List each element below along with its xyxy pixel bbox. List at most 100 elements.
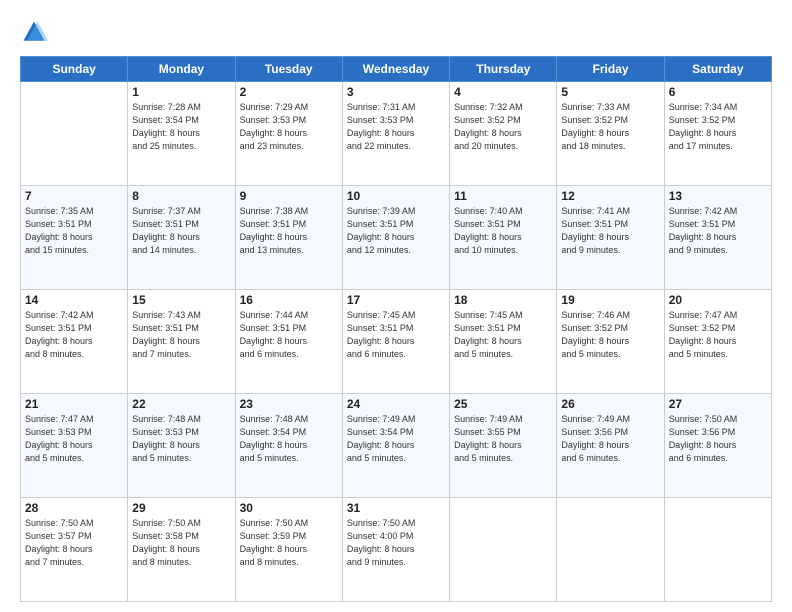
- calendar-cell: 5 Sunrise: 7:33 AM Sunset: 3:52 PM Daylig…: [557, 82, 664, 186]
- day-header-wednesday: Wednesday: [342, 57, 449, 82]
- day-info: Sunrise: 7:49 AM Sunset: 3:54 PM Dayligh…: [347, 413, 445, 465]
- day-number: 15: [132, 293, 230, 307]
- day-number: 22: [132, 397, 230, 411]
- day-number: 26: [561, 397, 659, 411]
- day-number: 13: [669, 189, 767, 203]
- calendar-cell: 22 Sunrise: 7:48 AM Sunset: 3:53 PM Dayli…: [128, 394, 235, 498]
- day-info: Sunrise: 7:46 AM Sunset: 3:52 PM Dayligh…: [561, 309, 659, 361]
- day-number: 14: [25, 293, 123, 307]
- calendar-week-4: 28 Sunrise: 7:50 AM Sunset: 3:57 PM Dayli…: [21, 498, 772, 602]
- calendar-cell: 28 Sunrise: 7:50 AM Sunset: 3:57 PM Dayli…: [21, 498, 128, 602]
- logo-icon: [20, 18, 48, 46]
- day-info: Sunrise: 7:43 AM Sunset: 3:51 PM Dayligh…: [132, 309, 230, 361]
- day-info: Sunrise: 7:50 AM Sunset: 4:00 PM Dayligh…: [347, 517, 445, 569]
- day-number: 12: [561, 189, 659, 203]
- calendar-cell: 21 Sunrise: 7:47 AM Sunset: 3:53 PM Dayli…: [21, 394, 128, 498]
- day-info: Sunrise: 7:49 AM Sunset: 3:56 PM Dayligh…: [561, 413, 659, 465]
- calendar-week-1: 7Sunrise: 7:35 AM Sunset: 3:51 PM Daylig…: [21, 186, 772, 290]
- calendar-cell: 25 Sunrise: 7:49 AM Sunset: 3:55 PM Dayli…: [450, 394, 557, 498]
- day-number: 20: [669, 293, 767, 307]
- day-number: 25: [454, 397, 552, 411]
- day-info: Sunrise: 7:48 AM Sunset: 3:54 PM Dayligh…: [240, 413, 338, 465]
- day-info: Sunrise: 7:28 AM Sunset: 3:54 PM Dayligh…: [132, 101, 230, 153]
- day-number: 7: [25, 189, 123, 203]
- day-number: 9: [240, 189, 338, 203]
- day-info: Sunrise: 7:40 AM Sunset: 3:51 PM Dayligh…: [454, 205, 552, 257]
- day-info: Sunrise: 7:48 AM Sunset: 3:53 PM Dayligh…: [132, 413, 230, 465]
- day-number: 23: [240, 397, 338, 411]
- calendar-table: SundayMondayTuesdayWednesdayThursdayFrid…: [20, 56, 772, 602]
- day-number: 8: [132, 189, 230, 203]
- calendar-cell: 9 Sunrise: 7:38 AM Sunset: 3:51 PM Daylig…: [235, 186, 342, 290]
- calendar-cell: 10 Sunrise: 7:39 AM Sunset: 3:51 PM Dayli…: [342, 186, 449, 290]
- day-number: 19: [561, 293, 659, 307]
- day-header-monday: Monday: [128, 57, 235, 82]
- header: [20, 18, 772, 46]
- day-number: 17: [347, 293, 445, 307]
- day-info: Sunrise: 7:50 AM Sunset: 3:58 PM Dayligh…: [132, 517, 230, 569]
- day-info: Sunrise: 7:50 AM Sunset: 3:59 PM Dayligh…: [240, 517, 338, 569]
- day-number: 18: [454, 293, 552, 307]
- calendar-cell: 1Sunrise: 7:28 AM Sunset: 3:54 PM Daylig…: [128, 82, 235, 186]
- calendar-cell: 26 Sunrise: 7:49 AM Sunset: 3:56 PM Dayli…: [557, 394, 664, 498]
- day-info: Sunrise: 7:47 AM Sunset: 3:53 PM Dayligh…: [25, 413, 123, 465]
- day-info: Sunrise: 7:34 AM Sunset: 3:52 PM Dayligh…: [669, 101, 767, 153]
- calendar-week-0: 1Sunrise: 7:28 AM Sunset: 3:54 PM Daylig…: [21, 82, 772, 186]
- day-info: Sunrise: 7:31 AM Sunset: 3:53 PM Dayligh…: [347, 101, 445, 153]
- calendar-cell: 31 Sunrise: 7:50 AM Sunset: 4:00 PM Dayli…: [342, 498, 449, 602]
- day-info: Sunrise: 7:38 AM Sunset: 3:51 PM Dayligh…: [240, 205, 338, 257]
- calendar-cell: 6Sunrise: 7:34 AM Sunset: 3:52 PM Daylig…: [664, 82, 771, 186]
- day-number: 31: [347, 501, 445, 515]
- day-header-friday: Friday: [557, 57, 664, 82]
- day-header-tuesday: Tuesday: [235, 57, 342, 82]
- day-info: Sunrise: 7:37 AM Sunset: 3:51 PM Dayligh…: [132, 205, 230, 257]
- day-info: Sunrise: 7:29 AM Sunset: 3:53 PM Dayligh…: [240, 101, 338, 153]
- calendar-cell: 18Sunrise: 7:45 AM Sunset: 3:51 PM Dayli…: [450, 290, 557, 394]
- day-number: 11: [454, 189, 552, 203]
- calendar-cell: [21, 82, 128, 186]
- calendar-cell: 2Sunrise: 7:29 AM Sunset: 3:53 PM Daylig…: [235, 82, 342, 186]
- day-number: 28: [25, 501, 123, 515]
- calendar-cell: 3 Sunrise: 7:31 AM Sunset: 3:53 PM Daylig…: [342, 82, 449, 186]
- day-info: Sunrise: 7:32 AM Sunset: 3:52 PM Dayligh…: [454, 101, 552, 153]
- calendar-cell: [450, 498, 557, 602]
- calendar-cell: 12 Sunrise: 7:41 AM Sunset: 3:51 PM Dayli…: [557, 186, 664, 290]
- day-info: Sunrise: 7:39 AM Sunset: 3:51 PM Dayligh…: [347, 205, 445, 257]
- calendar-cell: [557, 498, 664, 602]
- day-number: 5: [561, 85, 659, 99]
- calendar-cell: 7Sunrise: 7:35 AM Sunset: 3:51 PM Daylig…: [21, 186, 128, 290]
- day-number: 30: [240, 501, 338, 515]
- day-info: Sunrise: 7:49 AM Sunset: 3:55 PM Dayligh…: [454, 413, 552, 465]
- day-header-thursday: Thursday: [450, 57, 557, 82]
- day-header-saturday: Saturday: [664, 57, 771, 82]
- day-number: 16: [240, 293, 338, 307]
- calendar-week-3: 21 Sunrise: 7:47 AM Sunset: 3:53 PM Dayli…: [21, 394, 772, 498]
- day-info: Sunrise: 7:45 AM Sunset: 3:51 PM Dayligh…: [347, 309, 445, 361]
- calendar-cell: 27Sunrise: 7:50 AM Sunset: 3:56 PM Dayli…: [664, 394, 771, 498]
- logo: [20, 18, 52, 46]
- day-number: 4: [454, 85, 552, 99]
- day-number: 3: [347, 85, 445, 99]
- calendar-cell: 17 Sunrise: 7:45 AM Sunset: 3:51 PM Dayli…: [342, 290, 449, 394]
- day-number: 27: [669, 397, 767, 411]
- calendar-cell: 15 Sunrise: 7:43 AM Sunset: 3:51 PM Dayli…: [128, 290, 235, 394]
- calendar-header-row: SundayMondayTuesdayWednesdayThursdayFrid…: [21, 57, 772, 82]
- day-info: Sunrise: 7:33 AM Sunset: 3:52 PM Dayligh…: [561, 101, 659, 153]
- day-info: Sunrise: 7:42 AM Sunset: 3:51 PM Dayligh…: [25, 309, 123, 361]
- calendar-cell: 11 Sunrise: 7:40 AM Sunset: 3:51 PM Dayli…: [450, 186, 557, 290]
- day-number: 21: [25, 397, 123, 411]
- calendar-cell: 4 Sunrise: 7:32 AM Sunset: 3:52 PM Daylig…: [450, 82, 557, 186]
- calendar-cell: 8 Sunrise: 7:37 AM Sunset: 3:51 PM Daylig…: [128, 186, 235, 290]
- day-info: Sunrise: 7:50 AM Sunset: 3:57 PM Dayligh…: [25, 517, 123, 569]
- calendar-cell: 29Sunrise: 7:50 AM Sunset: 3:58 PM Dayli…: [128, 498, 235, 602]
- day-info: Sunrise: 7:42 AM Sunset: 3:51 PM Dayligh…: [669, 205, 767, 257]
- calendar-cell: 16 Sunrise: 7:44 AM Sunset: 3:51 PM Dayli…: [235, 290, 342, 394]
- day-info: Sunrise: 7:44 AM Sunset: 3:51 PM Dayligh…: [240, 309, 338, 361]
- calendar-cell: [664, 498, 771, 602]
- calendar-cell: 23 Sunrise: 7:48 AM Sunset: 3:54 PM Dayli…: [235, 394, 342, 498]
- day-info: Sunrise: 7:41 AM Sunset: 3:51 PM Dayligh…: [561, 205, 659, 257]
- calendar-cell: 19 Sunrise: 7:46 AM Sunset: 3:52 PM Dayli…: [557, 290, 664, 394]
- day-number: 24: [347, 397, 445, 411]
- page: SundayMondayTuesdayWednesdayThursdayFrid…: [0, 0, 792, 612]
- day-number: 10: [347, 189, 445, 203]
